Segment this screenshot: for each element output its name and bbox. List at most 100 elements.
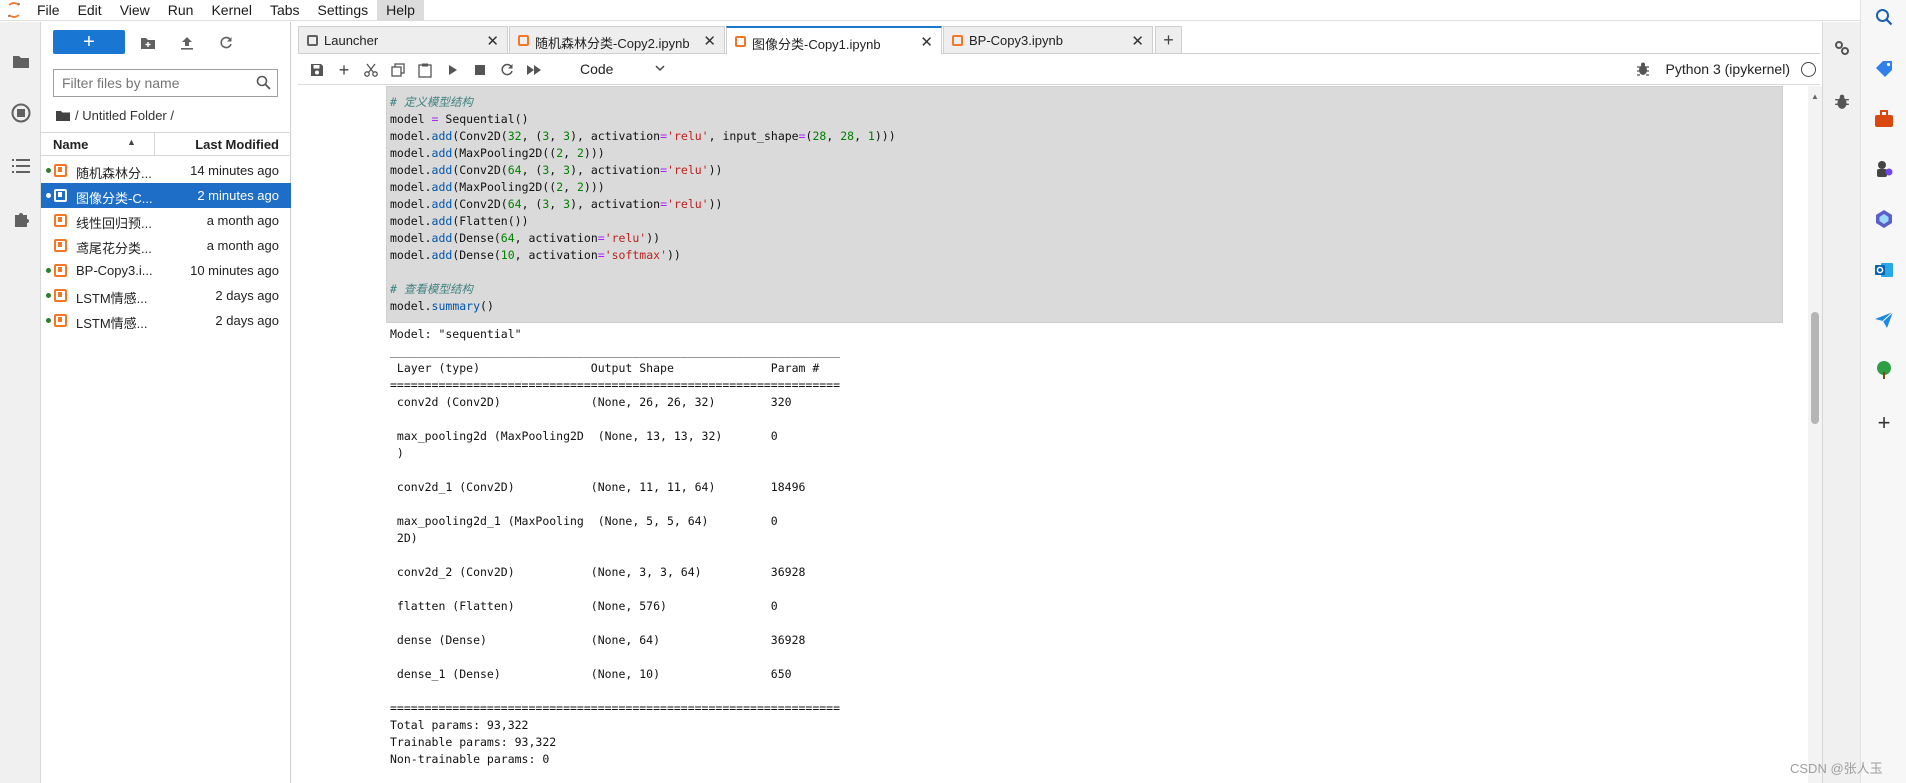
file-list: 随机森林分... 14 minutes ago 图像分类-C... 2 minu… [41, 158, 291, 333]
list-item[interactable]: 鸢尾花分类... a month ago [41, 233, 291, 258]
restart-icon[interactable] [498, 61, 516, 79]
tab-bp-copy3[interactable]: BP-Copy3.ipynb ✕ [943, 26, 1153, 54]
folder-icon[interactable] [8, 48, 34, 74]
file-modified: 2 days ago [215, 313, 279, 328]
menu-view[interactable]: View [111, 0, 159, 21]
tab-launcher[interactable]: Launcher ✕ [298, 26, 508, 54]
column-name-header[interactable]: Name [53, 137, 88, 152]
file-name: BP-Copy3.i... [76, 263, 153, 278]
toc-icon[interactable] [8, 153, 34, 179]
new-launcher-button[interactable]: + [53, 30, 125, 54]
code-editor[interactable]: # 定义模型结构 model = Sequential() model.add(… [390, 94, 896, 315]
debugger-toggle-icon[interactable] [1636, 62, 1650, 79]
games-icon[interactable] [1873, 158, 1895, 180]
close-icon[interactable]: ✕ [486, 32, 499, 50]
notebook-scrollbar[interactable]: ▲ [1808, 86, 1822, 783]
menu-run[interactable]: Run [159, 0, 203, 21]
menu-help[interactable]: Help [377, 0, 424, 21]
outlook-icon[interactable] [1873, 259, 1895, 281]
paste-icon[interactable] [416, 61, 434, 79]
list-item[interactable]: 线性回归预... a month ago [41, 208, 291, 233]
scrollbar-thumb[interactable] [1811, 312, 1819, 424]
file-filter-input[interactable] [54, 70, 244, 96]
search-icon [256, 75, 271, 93]
fast-forward-icon[interactable] [525, 61, 543, 79]
close-icon[interactable]: ✕ [920, 33, 933, 51]
close-icon[interactable]: ✕ [1131, 32, 1144, 50]
watermark: CSDN @张人玉 [1790, 761, 1883, 776]
notebook-icon [54, 314, 67, 327]
send-icon[interactable] [1873, 309, 1895, 331]
notebook-icon [54, 214, 67, 227]
stop-icon[interactable] [471, 61, 489, 79]
browser-sidebar: + [1860, 0, 1906, 783]
list-item[interactable]: 图像分类-C... 2 minutes ago [41, 183, 291, 208]
menu-tabs[interactable]: Tabs [261, 0, 309, 21]
file-modified: a month ago [206, 238, 279, 253]
running-indicator [46, 318, 51, 323]
tab-label: 随机森林分类-Copy2.ipynb [535, 36, 690, 51]
jupyter-logo-icon [0, 0, 28, 21]
save-icon[interactable] [308, 61, 326, 79]
copilot-icon[interactable] [1873, 208, 1895, 230]
upload-icon[interactable] [176, 32, 198, 54]
notebook-icon [54, 189, 67, 202]
run-icon[interactable] [444, 61, 462, 79]
tree-icon[interactable] [1873, 359, 1895, 381]
notebook-icon [54, 239, 67, 252]
menu-edit[interactable]: Edit [69, 0, 111, 21]
menu-kernel[interactable]: Kernel [202, 0, 260, 21]
running-icon[interactable] [8, 100, 34, 126]
column-modified-header[interactable]: Last Modified [195, 137, 279, 152]
debugger-icon[interactable] [1832, 92, 1852, 112]
copy-icon[interactable] [389, 61, 407, 79]
file-modified: 10 minutes ago [190, 263, 279, 278]
column-divider[interactable] [154, 133, 155, 155]
close-icon[interactable]: ✕ [703, 32, 716, 50]
shopping-icon[interactable] [1873, 58, 1895, 80]
new-tab-button[interactable]: + [1155, 26, 1182, 54]
tools-icon[interactable] [1873, 108, 1895, 130]
extension-icon[interactable] [8, 206, 34, 232]
list-item[interactable]: BP-Copy3.i... 10 minutes ago [41, 258, 291, 283]
cell-output: Model: "sequential" ____________________… [390, 327, 841, 766]
file-modified: a month ago [206, 213, 279, 228]
notebook-icon [735, 36, 746, 47]
file-list-header: Name ▲ Last Modified [41, 132, 291, 156]
launcher-icon [307, 35, 318, 46]
menu-settings[interactable]: Settings [309, 0, 378, 21]
list-item[interactable]: LSTM情感... 2 days ago [41, 308, 291, 333]
notebook-icon [54, 264, 67, 277]
running-indicator [46, 193, 51, 198]
breadcrumb-path[interactable]: / Untitled Folder / [75, 108, 174, 123]
folder-icon[interactable] [56, 110, 70, 121]
refresh-icon[interactable] [215, 32, 237, 54]
scroll-up-icon[interactable]: ▲ [1811, 92, 1819, 101]
add-cell-icon[interactable]: + [335, 60, 353, 80]
cell-type-dropdown[interactable]: Code [580, 61, 666, 81]
add-icon[interactable]: + [1873, 410, 1895, 435]
file-filter-field[interactable] [53, 69, 278, 97]
new-folder-icon[interactable] [137, 32, 159, 54]
file-name: 鸢尾花分类... [76, 241, 152, 256]
cut-icon[interactable] [362, 61, 380, 79]
file-modified: 14 minutes ago [190, 163, 279, 178]
file-browser-toolbar: + [41, 30, 291, 60]
chevron-down-icon [654, 61, 666, 78]
tab-label: Launcher [324, 33, 379, 48]
notebook-icon [952, 35, 963, 46]
search-icon[interactable] [1873, 6, 1895, 28]
property-inspector-icon[interactable] [1832, 38, 1852, 58]
file-name: LSTM情感... [76, 291, 148, 306]
list-item[interactable]: LSTM情感... 2 days ago [41, 283, 291, 308]
list-item[interactable]: 随机森林分... 14 minutes ago [41, 158, 291, 183]
tab-random-forest[interactable]: 随机森林分类-Copy2.ipynb ✕ [509, 26, 725, 54]
file-name: 线性回归预... [76, 216, 152, 231]
menu-file[interactable]: File [28, 0, 69, 21]
running-indicator [46, 168, 51, 173]
file-browser-panel: + / Untitled Folder / Name ▲ Last Modifi… [41, 22, 291, 783]
tab-image-classification[interactable]: 图像分类-Copy1.ipynb ✕ [726, 26, 942, 55]
menu-bar: File Edit View Run Kernel Tabs Settings … [0, 0, 1860, 21]
kernel-name[interactable]: Python 3 (ipykernel) [1665, 61, 1790, 77]
file-modified: 2 days ago [215, 288, 279, 303]
